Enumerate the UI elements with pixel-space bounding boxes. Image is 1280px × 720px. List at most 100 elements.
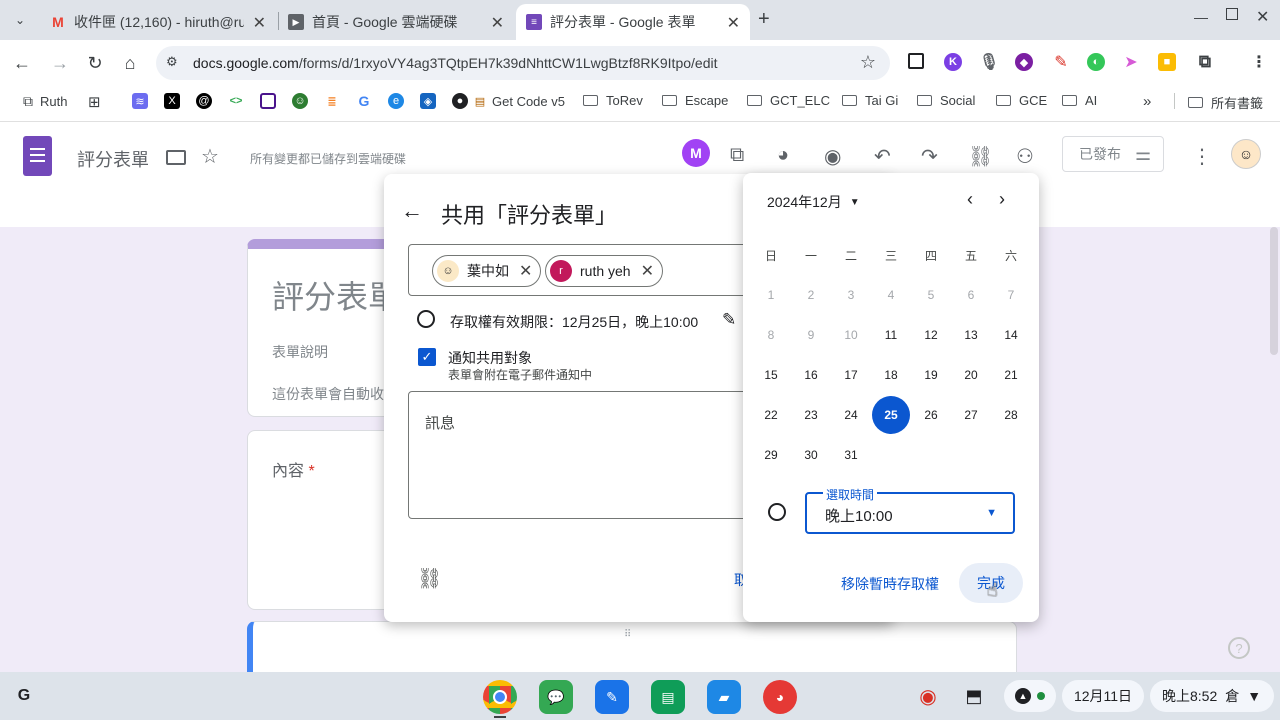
calendar-day[interactable]: 23 [791,395,831,435]
system-tray[interactable]: 晚上8:52 倉 ▼ [1150,680,1274,712]
preview-eye-icon[interactable]: ◉ [824,144,841,169]
account-avatar[interactable]: ☺ [1231,139,1261,169]
google-chat-app-icon[interactable]: 💬 [539,680,573,714]
remove-recipient-icon[interactable]: ✕ [519,261,532,281]
extension-yellow-icon[interactable]: ■ [1158,53,1176,71]
home-icon[interactable]: ⌂ [118,51,142,75]
classroom-app-icon[interactable]: ▤ [651,680,685,714]
calendar-day[interactable]: 28 [991,395,1031,435]
extensions-puzzle-icon[interactable]: ⧉ [1196,52,1214,71]
calendar-day[interactable]: 13 [951,315,991,355]
bookmark-code-icon[interactable]: <> [228,93,248,109]
bookmark-folder-ai[interactable]: AI [1062,93,1097,108]
next-month-icon[interactable]: › [999,189,1005,210]
tab-drive[interactable]: ▶ 首頁 - Google 雲端硬碟 ✕ [278,4,514,40]
calendar-day[interactable]: 17 [831,355,871,395]
calendar-day[interactable]: 12 [911,315,951,355]
browser-menu-icon[interactable]: ⋮ [1250,53,1268,71]
calendar-day[interactable]: 14 [991,315,1031,355]
more-options-icon[interactable]: ⋮ [1192,144,1212,169]
microphone-icon[interactable]: 🎙 [979,53,999,71]
tab-close-icon[interactable]: ✕ [491,13,504,33]
calendar-day[interactable]: 21 [991,355,1031,395]
bookmark-star-icon[interactable]: ☆ [860,52,876,73]
back-arrow-icon[interactable]: ← [401,198,423,224]
calendar-day[interactable]: 27 [951,395,991,435]
customize-theme-icon[interactable]: ◕ [777,144,789,167]
bookmark-folder-gct[interactable]: GCT_ELC [747,93,830,108]
calendar-day[interactable]: 29 [751,435,791,475]
bookmark-frame-icon[interactable] [260,93,280,109]
bookmark-folder-gce[interactable]: GCE [996,93,1047,108]
remove-recipient-icon[interactable]: ✕ [641,261,654,281]
help-icon[interactable]: ? [1228,637,1250,659]
tab-close-icon[interactable]: ✕ [727,13,740,33]
bookmark-folder-social[interactable]: Social [917,93,975,108]
extension-pen-icon[interactable]: ✎ [1052,53,1070,71]
add-collaborator-icon[interactable]: ⚇ [1016,144,1034,169]
bookmarks-overflow-button[interactable]: » [1143,93,1151,110]
bookmark-apps-grid-icon[interactable]: ⊞ [88,93,101,111]
tote-holding-space-icon[interactable]: ⬒ [958,680,990,712]
chrome-app-icon[interactable] [483,680,517,714]
edit-expiry-pencil-icon[interactable]: ✎ [722,310,736,330]
calendar-day[interactable]: 16 [791,355,831,395]
bookmark-edge-icon[interactable]: e [388,93,408,109]
recipient-chip[interactable]: r ruth yeh ✕ [545,255,663,287]
reload-icon[interactable]: ↻ [83,51,107,75]
scrollbar[interactable] [1270,227,1278,355]
calendar-day[interactable]: 26 [911,395,951,435]
bookmark-folder-escape[interactable]: Escape [662,93,728,108]
prev-month-icon[interactable]: ‹ [967,189,973,210]
form-title-text[interactable]: 評分表單 [272,272,400,318]
window-restore-icon[interactable] [1226,8,1238,20]
drag-handle-icon[interactable]: ⠿ [624,629,631,640]
calendar-day[interactable]: 19 [911,355,951,395]
tab-gmail[interactable]: M 收件匣 (12,160) - hiruth@ruth ✕ [40,4,276,40]
calendar-day[interactable]: 31 [831,435,871,475]
copy-link-icon[interactable]: ⛓ [417,566,442,591]
extension-arrow-icon[interactable]: ➤ [1122,53,1140,71]
bookmark-x-icon[interactable]: X [164,93,184,109]
recipients-field[interactable]: ☺ 葉中如 ✕ r ruth yeh ✕ [408,244,788,296]
forward-icon[interactable]: → [48,51,72,75]
window-minimize-icon[interactable]: — [1194,9,1208,25]
site-info-icon[interactable]: ⚙ [166,54,178,70]
remove-temporary-access-button[interactable]: 移除暫時存取權 [841,574,939,594]
calendar-day[interactable]: 11 [871,315,911,355]
bookmark-ruth[interactable]: ⧉ Ruth [20,93,67,109]
calendar-day[interactable]: 24 [831,395,871,435]
keep-pen-app-icon[interactable]: ✎ [595,680,629,714]
bookmark-stack-icon[interactable]: ≣ [324,93,344,109]
redo-icon[interactable]: ↷ [921,144,938,169]
bookmark-get-code[interactable]: ● ▤ Get Code v5 [452,93,565,109]
all-bookmarks-folder[interactable]: 所有書籤 [1188,93,1263,112]
extension-square-icon[interactable] [908,53,924,69]
star-icon[interactable]: ☆ [201,144,219,169]
extension-purple-icon[interactable]: ◆ [1015,53,1033,71]
notify-checkbox[interactable]: ✓ [418,348,436,366]
selected-day[interactable]: 25 [871,395,911,435]
calendar-day[interactable]: 30 [791,435,831,475]
bookmark-folder-taigi[interactable]: Tai Gi [842,93,898,108]
published-button[interactable]: 已發布 ⚌ [1062,136,1164,172]
date-button[interactable]: 12月11日 [1062,680,1144,712]
extension-k-icon[interactable]: K [944,53,962,71]
move-to-folder-icon[interactable] [166,150,186,165]
files-app-icon[interactable]: ▰ [707,680,741,714]
copy-link-icon[interactable]: ⛓ [968,144,993,169]
extension-green-icon[interactable]: ◐ [1087,53,1105,71]
bookmark-layers-icon[interactable]: ≋ [132,93,152,109]
calendar-day[interactable]: 22 [751,395,791,435]
bookmark-google-icon[interactable]: G [356,93,376,109]
canvas-paint-app-icon[interactable]: ◕ [763,680,797,714]
bookmark-folder-torev[interactable]: ToRev [583,93,643,108]
undo-icon[interactable]: ↶ [874,144,891,169]
google-forms-logo-icon[interactable] [23,136,52,176]
month-year-dropdown[interactable]: 2024年12月 ▼ [767,192,860,212]
address-bar[interactable]: ⚙ docs.google.com/forms/d/1rxyoVY4ag3TQt… [156,46,890,80]
addons-puzzle-icon[interactable]: ⧉ [730,144,744,167]
addon-m-icon[interactable]: M [682,139,710,167]
window-close-icon[interactable]: ✕ [1256,7,1269,27]
bookmark-avatar-icon[interactable]: ☺ [292,93,312,109]
